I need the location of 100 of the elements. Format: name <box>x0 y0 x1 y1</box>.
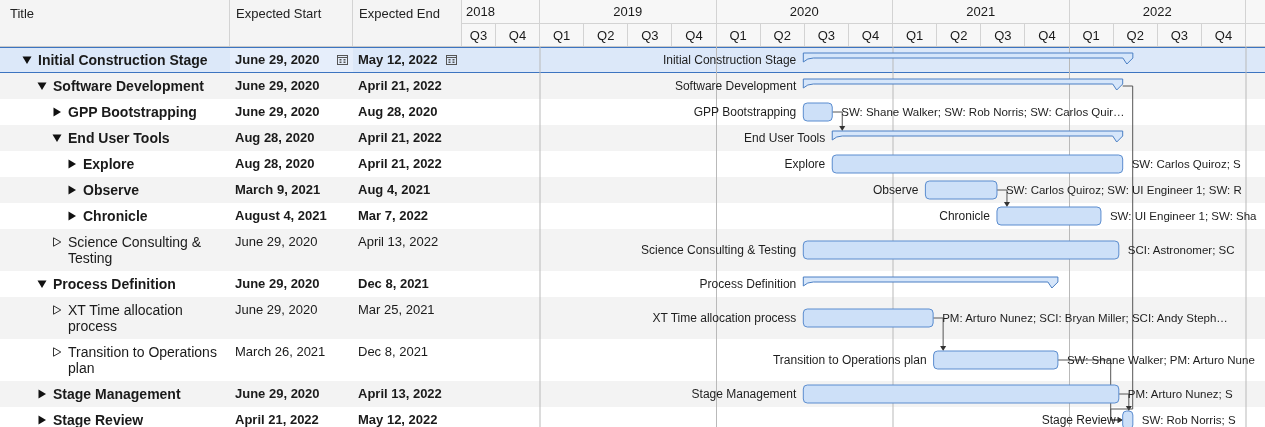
bar-label: Observe <box>873 183 919 197</box>
task-title: GPP Bootstrapping <box>68 104 197 120</box>
end-date: April 13, 2022 <box>358 386 442 402</box>
expand-triangle-icon[interactable] <box>67 211 77 221</box>
end-date: May 12, 2022 <box>358 52 438 68</box>
expand-triangle-icon[interactable] <box>67 185 77 195</box>
quarter-label: Q1 <box>716 23 761 46</box>
expand-triangle-icon[interactable] <box>52 305 62 315</box>
start-date: March 9, 2021 <box>235 182 321 198</box>
expand-triangle-icon[interactable] <box>67 159 77 169</box>
year-label: 2021 <box>893 0 1070 23</box>
column-header[interactable]: Expected End <box>359 6 440 21</box>
quarter-label: Q2 <box>1113 23 1158 46</box>
bar-label: Process Definition <box>699 277 797 291</box>
end-date: April 21, 2022 <box>358 156 442 172</box>
quarter-label: Q1 <box>893 23 938 46</box>
task-bar[interactable] <box>1122 410 1134 427</box>
start-date: Aug 28, 2020 <box>235 156 315 172</box>
quarter-label: Q4 <box>1025 23 1070 46</box>
task-title: Transition to Operations plan <box>68 344 218 376</box>
task-title: Stage Management <box>53 386 181 402</box>
year-label: 2020 <box>716 0 893 23</box>
column-header[interactable]: Expected Start <box>236 6 322 21</box>
task-title: XT Time allocation process <box>68 302 184 334</box>
collapse-triangle-icon[interactable] <box>37 279 47 289</box>
start-date: Aug 28, 2020 <box>235 130 315 146</box>
start-date: June 29, 2020 <box>235 386 320 402</box>
task-title: End User Tools <box>68 130 170 146</box>
column-header[interactable]: Title <box>10 6 35 21</box>
bar-label: Transition to Operations plan <box>773 353 927 367</box>
start-date: June 29, 2020 <box>235 78 320 94</box>
year-label: 2019 <box>540 0 717 23</box>
quarter-label: Q3 <box>462 23 496 46</box>
collapse-triangle-icon[interactable] <box>22 55 32 65</box>
end-date: Aug 28, 2020 <box>358 104 438 120</box>
bar-label: Chronicle <box>939 209 990 223</box>
expand-triangle-icon[interactable] <box>37 415 47 425</box>
bar-label: Initial Construction Stage <box>662 53 797 67</box>
calendar-icon[interactable] <box>337 54 348 65</box>
quarter-label: Q1 <box>540 23 585 46</box>
task-bar[interactable] <box>802 102 833 122</box>
start-date: June 29, 2020 <box>235 104 320 120</box>
quarter-label: Q4 <box>848 23 893 46</box>
resource-label: SW: Carlos Quiroz; SW: UI Engineer 1; SW: R <box>1005 184 1242 196</box>
start-date: August 4, 2021 <box>235 208 327 224</box>
calendar-icon[interactable] <box>446 54 457 65</box>
bar-label: Explore <box>784 157 826 171</box>
start-date: April 21, 2022 <box>235 412 319 427</box>
quarter-label: Q4 <box>672 23 717 46</box>
bar-label: Stage Review <box>1041 413 1116 427</box>
bar-label: Software Development <box>674 79 797 93</box>
quarter-label: Q4 <box>495 23 540 46</box>
resource-label: SW: UI Engineer 1; SW: Sha <box>1109 210 1257 222</box>
expand-triangle-icon[interactable] <box>37 389 47 399</box>
task-title: Stage Review <box>53 412 144 427</box>
quarter-label: Q3 <box>804 23 849 46</box>
quarter-label: Q3 <box>981 23 1026 46</box>
collapse-triangle-icon[interactable] <box>52 133 62 143</box>
end-date: Mar 7, 2022 <box>358 208 429 224</box>
expand-triangle-icon[interactable] <box>52 107 62 117</box>
end-date: May 12, 2022 <box>358 412 438 427</box>
end-date: April 21, 2022 <box>358 78 442 94</box>
end-date: Mar 25, 2021 <box>358 302 435 318</box>
collapse-triangle-icon[interactable] <box>37 81 47 91</box>
resource-label: SW: Rob Norris; S <box>1141 414 1236 426</box>
quarter-label: Q3 <box>628 23 673 46</box>
start-date: June 29, 2020 <box>235 276 320 292</box>
task-title: Explore <box>83 156 135 172</box>
resource-label: PM: Arturo Nunez; SCI: Bryan Miller; SCI: Andy Steph… <box>942 312 1228 324</box>
task-title: Science Consulting & Testing <box>68 234 203 266</box>
expand-triangle-icon[interactable] <box>52 347 62 357</box>
end-date: Dec 8, 2021 <box>358 344 429 360</box>
quarter-label: Q1 <box>1069 23 1114 46</box>
task-title: Initial Construction Stage <box>38 52 208 68</box>
end-date: April 21, 2022 <box>358 130 442 146</box>
quarter-label: Q2 <box>760 23 805 46</box>
expand-triangle-icon[interactable] <box>52 237 62 247</box>
bar-label: End User Tools <box>744 131 826 145</box>
resource-label: SW: Shane Walker; SW: Rob Norris; SW: Carlos Quir… <box>841 106 1125 118</box>
bar-label: GPP Bootstrapping <box>693 105 797 119</box>
quarter-label: Q2 <box>937 23 982 46</box>
year-label: 2022 <box>1069 0 1246 23</box>
quarter-label: Q2 <box>584 23 629 46</box>
bar-label: Stage Management <box>691 387 797 401</box>
quarter-label: Q3 <box>1157 23 1202 46</box>
start-date: March 26, 2021 <box>235 344 326 360</box>
task-title: Chronicle <box>83 208 148 224</box>
end-date: Aug 4, 2021 <box>358 182 431 198</box>
task-title: Process Definition <box>53 276 176 292</box>
start-date: June 29, 2020 <box>235 302 318 318</box>
start-date: June 29, 2020 <box>235 52 320 68</box>
bar-label: Science Consulting & Testing <box>641 243 797 257</box>
end-date: April 13, 2022 <box>358 234 439 250</box>
year-label: 2018 <box>462 0 540 23</box>
task-title: Software Development <box>53 78 204 94</box>
start-date: June 29, 2020 <box>235 234 318 250</box>
quarter-label: Q4 <box>1201 23 1246 46</box>
bar-label: XT Time allocation process <box>652 311 797 325</box>
task-title: Observe <box>83 182 140 198</box>
end-date: Dec 8, 2021 <box>358 276 429 292</box>
